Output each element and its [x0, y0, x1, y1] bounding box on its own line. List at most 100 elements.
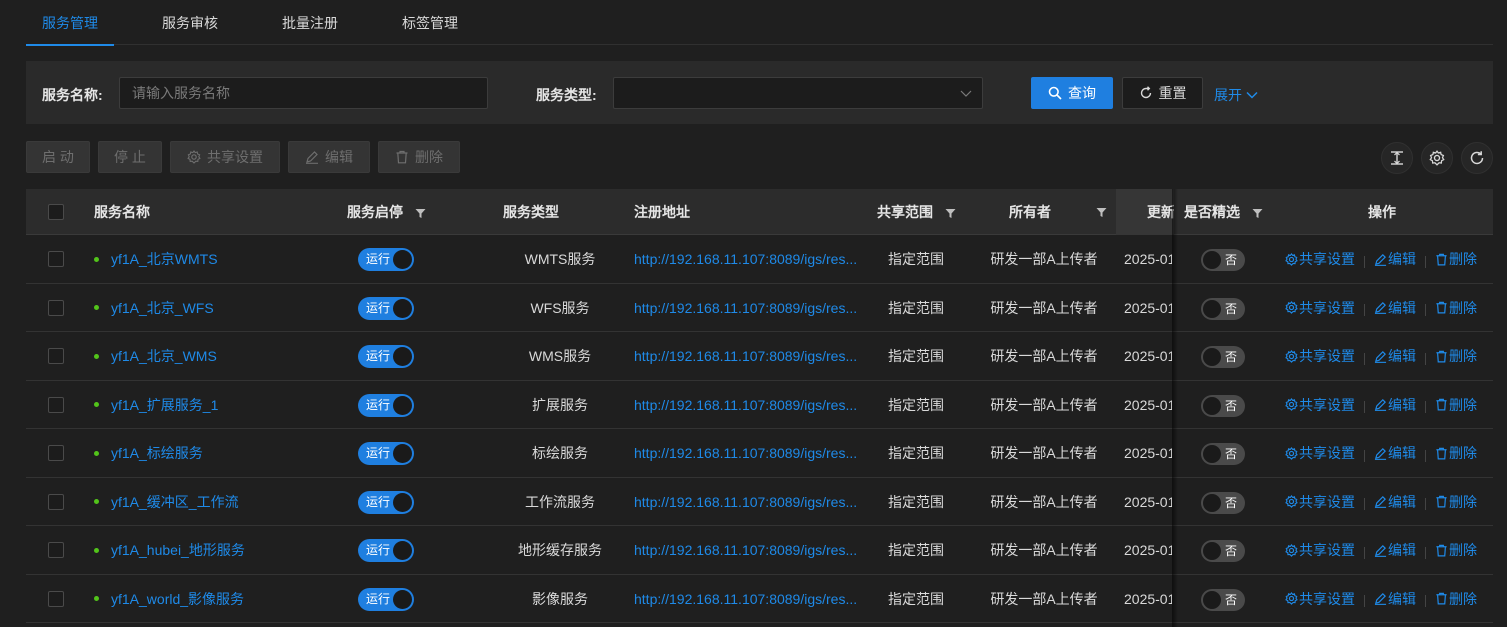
row-edit-link[interactable]: 编辑	[1374, 381, 1416, 429]
stop-button[interactable]: 停 止	[98, 141, 162, 173]
service-name-link[interactable]: yf1A_北京_WMS	[111, 348, 217, 364]
featured-switch[interactable]: 否	[1201, 588, 1245, 611]
row-edit-link[interactable]: 编辑	[1374, 575, 1416, 623]
row-checkbox[interactable]	[48, 251, 64, 267]
row-share-settings-link[interactable]: 共享设置	[1285, 284, 1355, 332]
service-name-link[interactable]: yf1A_hubei_地形服务	[111, 542, 245, 558]
row-actions: 共享设置 编辑 删除	[1285, 575, 1477, 623]
row-edit-label: 编辑	[1388, 542, 1416, 558]
row-checkbox[interactable]	[48, 396, 64, 413]
edit-button[interactable]: 编辑	[288, 141, 370, 173]
table-row[interactable]: yf1A_北京_WFS 运行 WFS服务 http://192.168.11.1…	[26, 283, 1493, 332]
filter-icon[interactable]	[1096, 207, 1107, 218]
expand-link[interactable]: 展开	[1214, 85, 1258, 105]
row-share-settings-link[interactable]: 共享设置	[1285, 381, 1355, 429]
service-type-select[interactable]	[613, 77, 983, 109]
service-run-switch[interactable]: 运行	[358, 248, 414, 271]
service-run-switch[interactable]: 运行	[358, 442, 414, 465]
register-url-link[interactable]: http://192.168.11.107:8089/igs/res...	[634, 494, 857, 510]
table-row[interactable]: yf1A_标绘服务 运行 标绘服务 http://192.168.11.107:…	[26, 429, 1493, 478]
row-share-settings-link[interactable]: 共享设置	[1285, 478, 1355, 526]
row-share-settings-link[interactable]: 共享设置	[1285, 575, 1355, 623]
register-url-link[interactable]: http://192.168.11.107:8089/igs/res...	[634, 542, 857, 558]
featured-switch[interactable]: 否	[1201, 249, 1245, 271]
delete-button[interactable]: 删除	[378, 141, 460, 173]
column-height-button[interactable]	[1381, 142, 1413, 174]
filter-icon[interactable]	[1252, 208, 1263, 219]
service-name-link[interactable]: yf1A_扩展服务_1	[111, 397, 218, 413]
service-run-switch[interactable]: 运行	[358, 587, 414, 611]
row-delete-link[interactable]: 删除	[1435, 332, 1477, 380]
row-share-settings-link[interactable]: 共享设置	[1285, 429, 1355, 477]
service-run-switch[interactable]: 运行	[358, 539, 414, 562]
row-edit-link[interactable]: 编辑	[1374, 526, 1416, 574]
row-delete-link[interactable]: 删除	[1435, 429, 1477, 477]
row-checkbox[interactable]	[48, 445, 64, 461]
service-name-link[interactable]: yf1A_北京_WFS	[111, 300, 214, 316]
table-row[interactable]: yf1A_缓冲区_工作流 运行 工作流服务 http://192.168.11.…	[26, 477, 1493, 526]
row-edit-link[interactable]: 编辑	[1374, 429, 1416, 477]
register-url-link[interactable]: http://192.168.11.107:8089/igs/res...	[634, 251, 857, 267]
service-name-link[interactable]: yf1A_缓冲区_工作流	[111, 494, 239, 510]
filter-icon[interactable]	[945, 208, 956, 219]
table-row[interactable]: yf1A_扩展服务_1 运行 扩展服务 http://192.168.11.10…	[26, 380, 1493, 429]
row-delete-link[interactable]: 删除	[1435, 575, 1477, 623]
table-row[interactable]: yf1A_world_影像服务 运行 影像服务 http://192.168.1…	[26, 574, 1493, 623]
row-edit-link[interactable]: 编辑	[1374, 235, 1416, 283]
register-url-link[interactable]: http://192.168.11.107:8089/igs/res...	[634, 348, 857, 364]
table-row[interactable]: yf1A_北京WMTS 运行 WMTS服务 http://192.168.11.…	[26, 235, 1493, 284]
row-checkbox[interactable]	[48, 348, 64, 364]
service-name-link[interactable]: yf1A_北京WMTS	[111, 251, 218, 267]
tab-batch-register[interactable]: 批量注册	[266, 0, 354, 45]
service-run-switch[interactable]: 运行	[358, 296, 414, 320]
divider	[1425, 304, 1426, 317]
tab-service-review[interactable]: 服务审核	[146, 0, 234, 45]
row-delete-link[interactable]: 删除	[1435, 526, 1477, 574]
row-checkbox[interactable]	[48, 299, 64, 316]
share-settings-button[interactable]: 共享设置	[170, 141, 280, 173]
featured-switch[interactable]: 否	[1201, 297, 1245, 320]
service-type-label: 服务类型:	[536, 87, 597, 103]
refresh-button[interactable]	[1461, 142, 1493, 174]
register-url-link[interactable]: http://192.168.11.107:8089/igs/res...	[634, 397, 857, 413]
row-checkbox[interactable]	[48, 590, 64, 607]
table-row[interactable]: yf1A_hubei_地形服务 运行 地形缓存服务 http://192.168…	[26, 526, 1493, 575]
row-edit-link[interactable]: 编辑	[1374, 478, 1416, 526]
service-name-link[interactable]: yf1A_标绘服务	[111, 445, 203, 461]
tab-tag-management[interactable]: 标签管理	[386, 0, 474, 45]
tab-service-management[interactable]: 服务管理	[26, 0, 114, 46]
row-share-settings-link[interactable]: 共享设置	[1285, 235, 1355, 283]
query-button[interactable]: 查询	[1031, 77, 1113, 109]
featured-switch[interactable]: 否	[1201, 346, 1245, 368]
table-row[interactable]: yf1A_北京_WMS 运行 WMS服务 http://192.168.11.1…	[26, 332, 1493, 381]
service-name-link[interactable]: yf1A_world_影像服务	[111, 591, 244, 607]
row-share-settings-link[interactable]: 共享设置	[1285, 526, 1355, 574]
table-settings-button[interactable]	[1421, 142, 1453, 174]
row-checkbox[interactable]	[48, 542, 64, 558]
row-edit-link[interactable]: 编辑	[1374, 332, 1416, 380]
featured-switch[interactable]: 否	[1201, 394, 1245, 417]
register-url-link[interactable]: http://192.168.11.107:8089/igs/res...	[634, 300, 857, 316]
featured-switch[interactable]: 否	[1201, 491, 1245, 514]
register-url-link[interactable]: http://192.168.11.107:8089/igs/res...	[634, 445, 857, 461]
start-button[interactable]: 启 动	[26, 141, 90, 173]
select-all-checkbox[interactable]	[48, 204, 64, 220]
reset-button[interactable]: 重置	[1122, 77, 1203, 109]
row-delete-link[interactable]: 删除	[1435, 381, 1477, 429]
row-delete-link[interactable]: 删除	[1435, 478, 1477, 526]
row-edit-link[interactable]: 编辑	[1374, 284, 1416, 332]
featured-switch[interactable]: 否	[1201, 443, 1245, 465]
featured-switch[interactable]: 否	[1201, 540, 1245, 562]
service-name-input[interactable]	[119, 77, 488, 109]
row-checkbox[interactable]	[48, 493, 64, 510]
filter-icon[interactable]	[415, 208, 426, 219]
reset-icon	[1140, 86, 1151, 99]
service-run-switch[interactable]: 运行	[358, 393, 414, 417]
service-run-switch[interactable]: 运行	[358, 490, 414, 514]
row-share-settings-link[interactable]: 共享设置	[1285, 332, 1355, 380]
register-url-link[interactable]: http://192.168.11.107:8089/igs/res...	[634, 591, 857, 607]
row-delete-link[interactable]: 删除	[1435, 235, 1477, 283]
service-run-switch[interactable]: 运行	[358, 345, 414, 368]
row-delete-link[interactable]: 删除	[1435, 284, 1477, 332]
row-edit-label: 编辑	[1388, 251, 1416, 267]
